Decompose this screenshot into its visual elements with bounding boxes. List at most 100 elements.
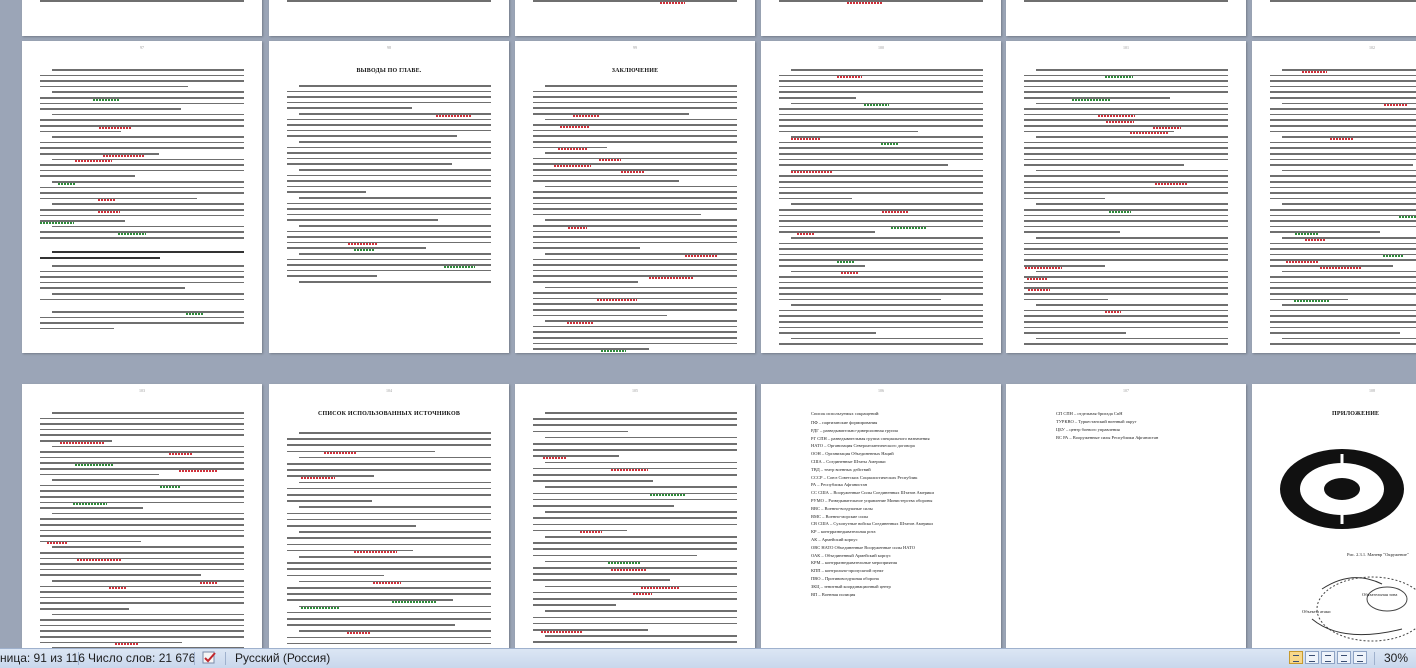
subheading xyxy=(40,257,160,259)
text-line xyxy=(533,573,737,575)
spelling-error-underline xyxy=(114,643,138,646)
text-line xyxy=(40,192,244,194)
document-page[interactable] xyxy=(515,0,755,36)
text-line xyxy=(1270,147,1416,149)
spelling-error-underline xyxy=(1329,137,1355,140)
text-line xyxy=(533,213,701,216)
zoom-level[interactable]: 30% xyxy=(1384,651,1408,665)
abbreviation-item: ТУРКВО – Туркестанский военный округ xyxy=(1056,419,1137,424)
text-line xyxy=(533,325,737,328)
text-line xyxy=(287,107,413,109)
text-line xyxy=(40,574,201,576)
text-line xyxy=(779,74,983,77)
text-line xyxy=(299,630,491,632)
abbreviation-item: СС США – Вооруженные Силы Соединенных Шт… xyxy=(811,490,934,496)
spelling-error-underline xyxy=(836,260,855,263)
document-page[interactable]: 102 xyxy=(1252,41,1416,353)
abbreviation-item: АК – Армейский корпус xyxy=(811,537,858,542)
text-line xyxy=(52,412,244,414)
text-line xyxy=(287,230,491,233)
text-line xyxy=(545,118,737,121)
spelling-error-underline xyxy=(40,221,74,224)
text-line xyxy=(1024,293,1228,295)
text-line xyxy=(287,152,491,154)
draft-view-button[interactable] xyxy=(1353,651,1367,664)
text-line xyxy=(533,579,671,581)
web-layout-view-button[interactable] xyxy=(1321,651,1335,664)
text-line xyxy=(779,332,877,334)
document-page[interactable]: 104 СПИСОК ИСПОЛЬЗОВАННЫХ ИСТОЧНИКОВ xyxy=(269,384,509,648)
spellcheck-icon[interactable] xyxy=(201,650,219,666)
text-line xyxy=(52,445,244,448)
text-line xyxy=(40,641,183,644)
text-line xyxy=(1024,186,1228,189)
spelling-error-underline xyxy=(649,276,694,279)
abbreviation-item: РГ СПН – разведывательная группа специал… xyxy=(811,435,930,441)
document-page[interactable]: 101 xyxy=(1006,41,1246,353)
document-page[interactable]: 99 ЗАКЛЮЧЕНИЕ xyxy=(515,41,755,353)
text-line xyxy=(40,85,188,88)
page-count[interactable]: ница: 91 из 116 xyxy=(0,651,85,665)
text-line xyxy=(533,225,737,227)
text-line xyxy=(287,157,491,160)
full-screen-reading-view-button[interactable] xyxy=(1305,651,1319,664)
document-page[interactable] xyxy=(269,0,509,36)
text-line xyxy=(287,96,491,98)
text-line xyxy=(791,304,983,306)
document-page[interactable]: 103 xyxy=(22,384,262,648)
text-line xyxy=(40,591,244,593)
outline-view-button[interactable] xyxy=(1337,651,1351,664)
text-line xyxy=(299,481,491,484)
print-layout-view-button[interactable] xyxy=(1289,651,1303,664)
text-line xyxy=(1282,270,1416,273)
text-line xyxy=(1024,153,1228,155)
document-page[interactable]: 97 xyxy=(22,41,262,353)
document-page[interactable] xyxy=(1252,0,1416,36)
document-page[interactable]: 106 Список используемых сокращений: ПФ – п… xyxy=(761,384,1001,648)
document-page[interactable] xyxy=(1006,0,1246,36)
text-line xyxy=(40,462,244,464)
document-page[interactable]: 107 СП СПН – отдельная бригада СпН ТУРКВО … xyxy=(1006,384,1246,648)
text-line xyxy=(533,443,737,445)
document-page[interactable]: 105 xyxy=(515,384,755,648)
abbreviation-item: ВМС – Военно-морские силы xyxy=(811,513,869,519)
text-line xyxy=(52,225,244,228)
text-line xyxy=(40,596,244,599)
word-count[interactable]: Число слов: 21 676 xyxy=(88,651,195,665)
text-line xyxy=(1024,253,1228,256)
text-line xyxy=(287,469,491,471)
text-line xyxy=(1270,281,1416,284)
text-line xyxy=(545,486,737,488)
text-line xyxy=(779,293,983,295)
language-indicator[interactable]: Русский (Россия) xyxy=(235,651,330,665)
text-line xyxy=(40,281,244,284)
text-line xyxy=(52,181,244,183)
text-line xyxy=(40,209,244,211)
text-line xyxy=(1270,125,1416,127)
spelling-error-underline xyxy=(301,607,341,610)
text-line xyxy=(533,474,737,476)
text-line xyxy=(52,91,244,93)
document-page[interactable]: 108 ПРИЛОЖЕНИЕ Рис. 2.3.1. Маневр "Окружен… xyxy=(1252,384,1416,648)
spelling-error-underline xyxy=(1320,266,1361,269)
text-line xyxy=(287,487,491,490)
document-page[interactable]: 100 xyxy=(761,41,1001,353)
text-line xyxy=(299,456,491,459)
document-page[interactable] xyxy=(761,0,1001,36)
text-line xyxy=(287,463,491,465)
text-line xyxy=(287,236,491,238)
text-line xyxy=(533,113,690,115)
text-line xyxy=(1270,0,1416,2)
document-page[interactable]: 98 ВЫВОДЫ ПО ГЛАВЕ. xyxy=(269,41,509,353)
abbreviation-item: КПП – контрольно-пропускной пункт xyxy=(811,568,884,574)
document-page[interactable] xyxy=(22,0,262,36)
text-line xyxy=(299,432,491,434)
text-line xyxy=(533,309,737,311)
text-line xyxy=(287,219,439,221)
text-line xyxy=(533,101,737,104)
document-workspace[interactable]: 97 98 ВЫВОДЫ ПО ГЛАВЕ. 99 ЗАКЛЮЧЕНИЕ 100 101 10… xyxy=(0,0,1416,648)
text-line xyxy=(1024,326,1228,329)
text-line xyxy=(779,91,983,93)
text-line xyxy=(779,175,983,177)
text-line xyxy=(533,275,737,277)
